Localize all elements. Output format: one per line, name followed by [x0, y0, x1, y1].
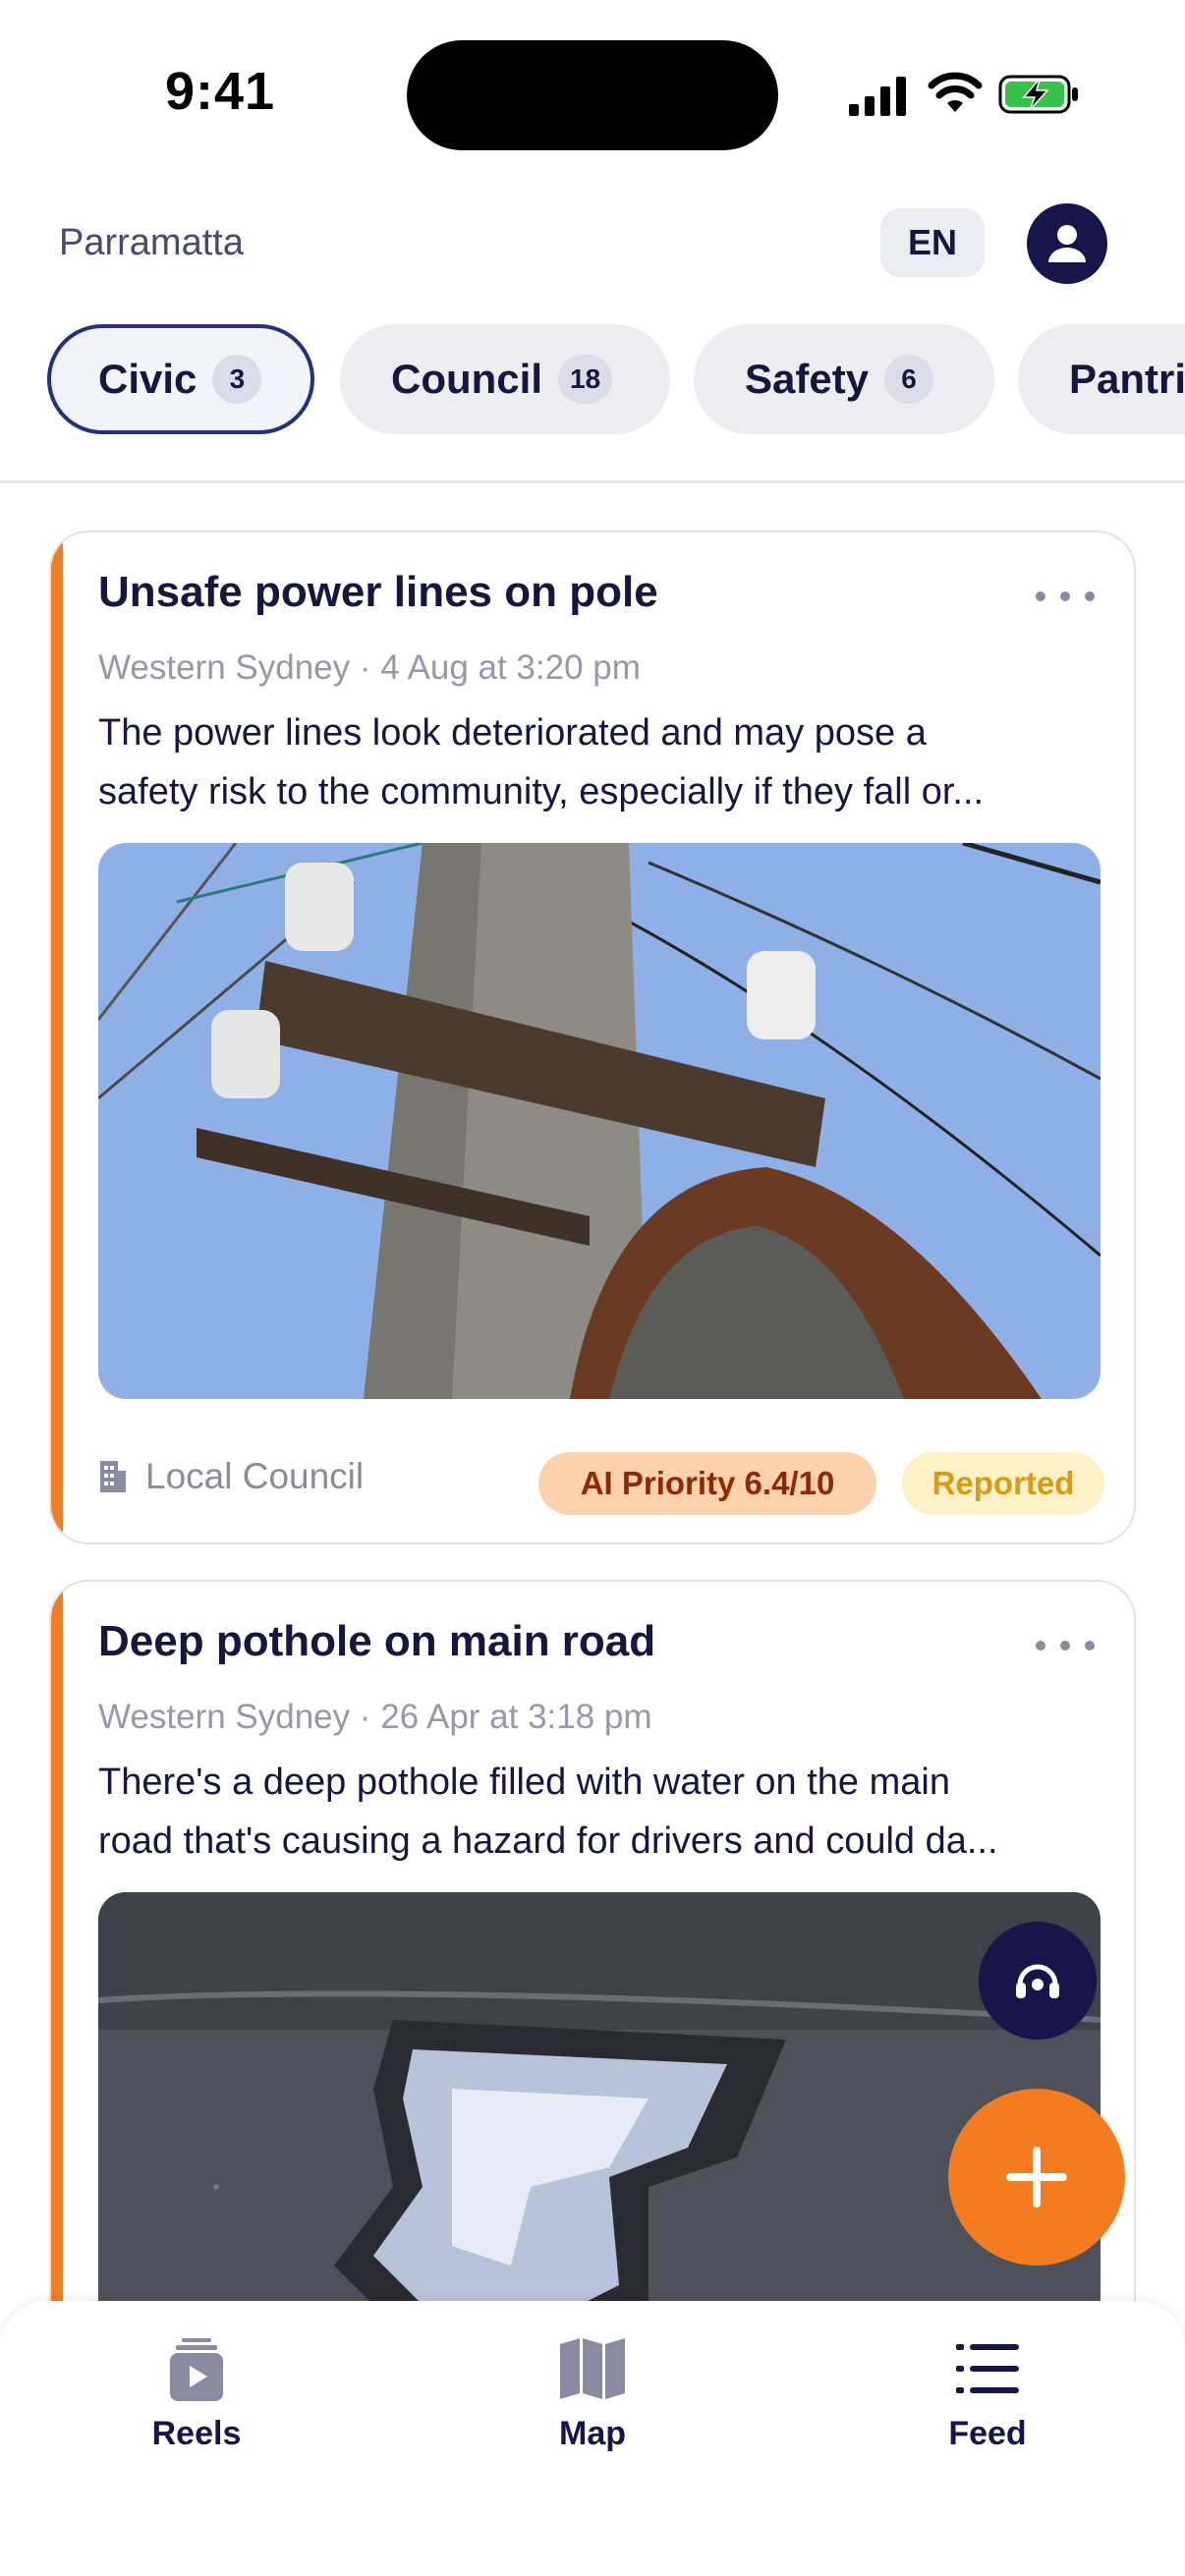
- card-footer: Local Council AI Priority 6.4/10 Reporte…: [98, 1452, 1104, 1515]
- organization: Local Council: [98, 1456, 364, 1497]
- support-button[interactable]: [979, 1922, 1097, 2040]
- card-description-line: road that's causing a hazard for drivers…: [98, 1820, 998, 1862]
- category-tabs: Civic 3 Council 18 Safety 6 Pantri: [0, 324, 1185, 434]
- card-photo-power-pole[interactable]: [98, 843, 1100, 1399]
- card-accent-bar: [51, 532, 63, 1542]
- tab-civic[interactable]: Civic 3: [47, 324, 314, 434]
- priority-badge: AI Priority 6.4/10: [538, 1452, 876, 1515]
- card-description-line: The power lines look deteriorated and ma…: [98, 712, 927, 754]
- profile-button[interactable]: [1027, 203, 1107, 284]
- headset-icon: [1016, 1964, 1059, 1998]
- reels-icon: [170, 2338, 223, 2401]
- report-card[interactable]: Unsafe power lines on pole Western Sydne…: [49, 531, 1136, 1544]
- card-meta: Western Sydney · 26 Apr at 3:18 pm: [98, 1698, 652, 1736]
- nav-label: Reels: [151, 2415, 242, 2452]
- card-description-line: safety risk to the community, especially…: [98, 771, 985, 812]
- cellular-signal-icon: [849, 77, 906, 116]
- tab-council[interactable]: Council 18: [340, 324, 670, 434]
- location-label[interactable]: Parramatta: [59, 222, 244, 264]
- status-badge: Reported: [902, 1452, 1104, 1515]
- status-time: 9:41: [165, 62, 276, 121]
- user-icon: [1048, 225, 1086, 262]
- tab-label: Council: [391, 356, 542, 402]
- nav-label: Map: [559, 2415, 626, 2452]
- list-icon: [956, 2344, 1019, 2393]
- building-icon: [100, 1461, 126, 1492]
- plus-icon: [1006, 2147, 1067, 2208]
- tab-count-badge: 18: [558, 355, 613, 404]
- nav-item-feed[interactable]: Feed: [889, 2336, 1086, 2474]
- nav-item-map[interactable]: Map: [494, 2336, 691, 2474]
- wifi-icon: [928, 72, 983, 112]
- tab-pantri[interactable]: Pantri: [1018, 324, 1185, 434]
- add-report-button[interactable]: [948, 2089, 1125, 2266]
- header-divider: [0, 480, 1185, 483]
- language-button[interactable]: EN: [880, 208, 985, 277]
- tab-label: Safety: [745, 356, 870, 402]
- tab-label: Pantri: [1069, 356, 1185, 402]
- status-bar: 9:41: [0, 0, 1185, 187]
- dynamic-island: [407, 40, 778, 150]
- battery-charging-icon: [998, 75, 1078, 114]
- card-meta: Western Sydney · 4 Aug at 3:20 pm: [98, 648, 641, 687]
- card-title: Unsafe power lines on pole: [98, 568, 658, 616]
- more-options-icon[interactable]: [1036, 1631, 1095, 1660]
- tab-count-badge: 6: [884, 355, 934, 404]
- card-title: Deep pothole on main road: [98, 1617, 656, 1665]
- nav-item-reels[interactable]: Reels: [98, 2336, 295, 2474]
- map-icon: [560, 2338, 625, 2399]
- tab-safety[interactable]: Safety 6: [694, 324, 994, 434]
- bottom-navigation: Reels Map Feed: [0, 2301, 1185, 2576]
- nav-label: Feed: [948, 2415, 1027, 2452]
- tab-count-badge: 3: [212, 355, 262, 404]
- card-description: The power lines look deteriorated and ma…: [98, 703, 1091, 821]
- card-description-line: There's a deep pothole filled with water…: [98, 1762, 950, 1803]
- more-options-icon[interactable]: [1036, 582, 1095, 611]
- tab-label: Civic: [98, 356, 198, 402]
- card-description: There's a deep pothole filled with water…: [98, 1753, 1091, 1871]
- organization-label: Local Council: [145, 1456, 365, 1496]
